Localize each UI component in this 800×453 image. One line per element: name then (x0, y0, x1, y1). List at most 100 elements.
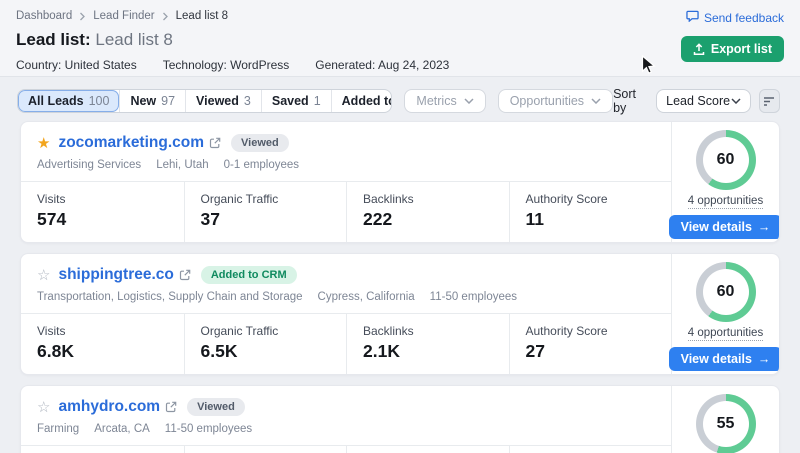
meta-generated: Generated: Aug 24, 2023 (315, 58, 449, 72)
opportunities-dropdown[interactable]: Opportunities (498, 89, 613, 113)
lead-score-donut: 60 (696, 262, 756, 322)
lead-domain-link[interactable]: shippingtree.co (58, 266, 190, 284)
metric-organic-traffic: Organic Traffic 37 (184, 182, 347, 242)
lead-metrics: Visits 6.8K Organic Traffic 6.5K Backlin… (21, 313, 671, 374)
arrow-right-icon: → (758, 220, 771, 234)
metric-label: Organic Traffic (201, 192, 331, 206)
tab-all-leads[interactable]: All Leads 100 (18, 90, 119, 112)
metric-label: Authority Score (526, 192, 656, 206)
metric-value: 37 (201, 209, 331, 230)
lead-location: Lehi, Utah (156, 159, 208, 171)
metric-visits: Visits 6.8K (21, 314, 184, 374)
breadcrumb-lead-finder[interactable]: Lead Finder (93, 10, 154, 22)
opportunities-link[interactable]: 4 opportunities (688, 327, 763, 341)
metric-value: 11 (526, 209, 656, 230)
opportunities-dropdown-label: Opportunities (510, 94, 584, 108)
metric-backlinks: Backlinks 222 (346, 182, 509, 242)
lead-metrics: Visits 574 Organic Traffic 37 Backlinks … (21, 181, 671, 242)
lead-domain: amhydro.com (58, 398, 160, 416)
status-badge: Added to CRM (201, 266, 297, 284)
lead-domain: zocomarketing.com (58, 134, 204, 152)
lead-card: ☆ shippingtree.co Added to CRM Transport… (20, 253, 780, 375)
lead-employees: 11-50 employees (430, 291, 517, 303)
tab-viewed[interactable]: Viewed 3 (185, 90, 261, 112)
export-upload-icon (693, 43, 705, 56)
tab-label: New (130, 94, 156, 108)
send-feedback-label: Send feedback (704, 11, 784, 25)
metric-backlinks: Backlinks (346, 446, 509, 453)
lead-domain-link[interactable]: zocomarketing.com (58, 134, 221, 152)
view-details-label: View details (681, 220, 752, 234)
lead-employees: 11-50 employees (165, 423, 252, 435)
metric-value: 6.8K (37, 341, 168, 362)
sort-select[interactable]: Lead Score (656, 89, 750, 113)
lead-score-donut: 55 (696, 394, 756, 453)
lead-score: 60 (717, 151, 735, 169)
breadcrumb-separator-icon (162, 12, 169, 21)
lead-employees: 0-1 employees (224, 159, 299, 171)
export-list-button[interactable]: Export list (681, 36, 784, 62)
list-meta: Country: United States Technology: WordP… (16, 58, 784, 72)
chevron-down-icon (591, 98, 601, 104)
star-icon[interactable]: ☆ (37, 400, 50, 415)
page-title: Lead list: Lead list 8 (16, 30, 784, 50)
breadcrumb-dashboard[interactable]: Dashboard (16, 10, 72, 22)
status-badge: Viewed (231, 134, 289, 152)
tab-count: 100 (89, 94, 110, 108)
tab-count: 3 (244, 94, 251, 108)
send-feedback-link[interactable]: Send feedback (686, 10, 784, 25)
metric-authority-score: Authority Score (509, 446, 672, 453)
metrics-dropdown[interactable]: Metrics (404, 89, 485, 113)
lead-score: 55 (717, 415, 735, 433)
lead-score-donut: 60 (696, 130, 756, 190)
lead-card: ★ zocomarketing.com Viewed Advertising S… (20, 121, 780, 243)
sort-select-value: Lead Score (666, 94, 730, 108)
tab-label: Added to CRM (342, 94, 393, 108)
tab-count: 97 (161, 94, 175, 108)
metric-authority-score: Authority Score 27 (509, 314, 672, 374)
status-badge: Viewed (187, 398, 245, 416)
tab-added-to-crm[interactable]: Added to CRM 1 (331, 90, 393, 112)
lead-list: ★ zocomarketing.com Viewed Advertising S… (20, 121, 780, 453)
star-icon[interactable]: ☆ (37, 268, 50, 283)
filter-toolbar: All Leads 100 New 97 Viewed 3 Saved 1 Ad… (17, 89, 780, 113)
tab-label: All Leads (28, 94, 84, 108)
metric-label: Backlinks (363, 192, 493, 206)
tab-count: 1 (314, 94, 321, 108)
meta-country: Country: United States (16, 58, 137, 72)
view-details-label: View details (681, 352, 752, 366)
breadcrumb-current: Lead list 8 (176, 10, 228, 22)
chevron-down-icon (464, 98, 474, 104)
metric-authority-score: Authority Score 11 (509, 182, 672, 242)
lead-industry: Advertising Services (37, 159, 141, 171)
lead-domain-link[interactable]: amhydro.com (58, 398, 177, 416)
tab-new[interactable]: New 97 (119, 90, 185, 112)
metric-value: 6.5K (201, 341, 331, 362)
external-link-icon (179, 269, 191, 281)
view-details-button[interactable]: View details → (669, 215, 780, 239)
metric-value: 2.1K (363, 341, 493, 362)
view-details-button[interactable]: View details → (669, 347, 780, 371)
breadcrumb-separator-icon (79, 12, 86, 21)
lead-score: 60 (717, 283, 735, 301)
lead-card: ☆ amhydro.com Viewed Farming Arcata, CA … (20, 385, 780, 453)
sort-direction-button[interactable] (759, 89, 780, 113)
page-title-value: Lead list 8 (95, 30, 173, 49)
lead-location: Cypress, California (318, 291, 415, 303)
metric-value: 574 (37, 209, 168, 230)
lead-industry: Transportation, Logistics, Supply Chain … (37, 291, 303, 303)
lead-location: Arcata, CA (94, 423, 150, 435)
lead-industry: Farming (37, 423, 79, 435)
arrow-right-icon: → (758, 352, 771, 366)
metric-label: Organic Traffic (201, 324, 331, 338)
external-link-icon (165, 401, 177, 413)
star-icon[interactable]: ★ (37, 136, 50, 151)
chevron-down-icon (731, 98, 741, 104)
tab-saved[interactable]: Saved 1 (261, 90, 331, 112)
metric-visits: Visits (21, 446, 184, 453)
feedback-bubble-icon (686, 10, 699, 25)
opportunities-link[interactable]: 4 opportunities (688, 195, 763, 209)
lead-status-tabs: All Leads 100 New 97 Viewed 3 Saved 1 Ad… (17, 89, 392, 113)
breadcrumb: Dashboard Lead Finder Lead list 8 (16, 10, 784, 22)
metric-label: Backlinks (363, 324, 493, 338)
